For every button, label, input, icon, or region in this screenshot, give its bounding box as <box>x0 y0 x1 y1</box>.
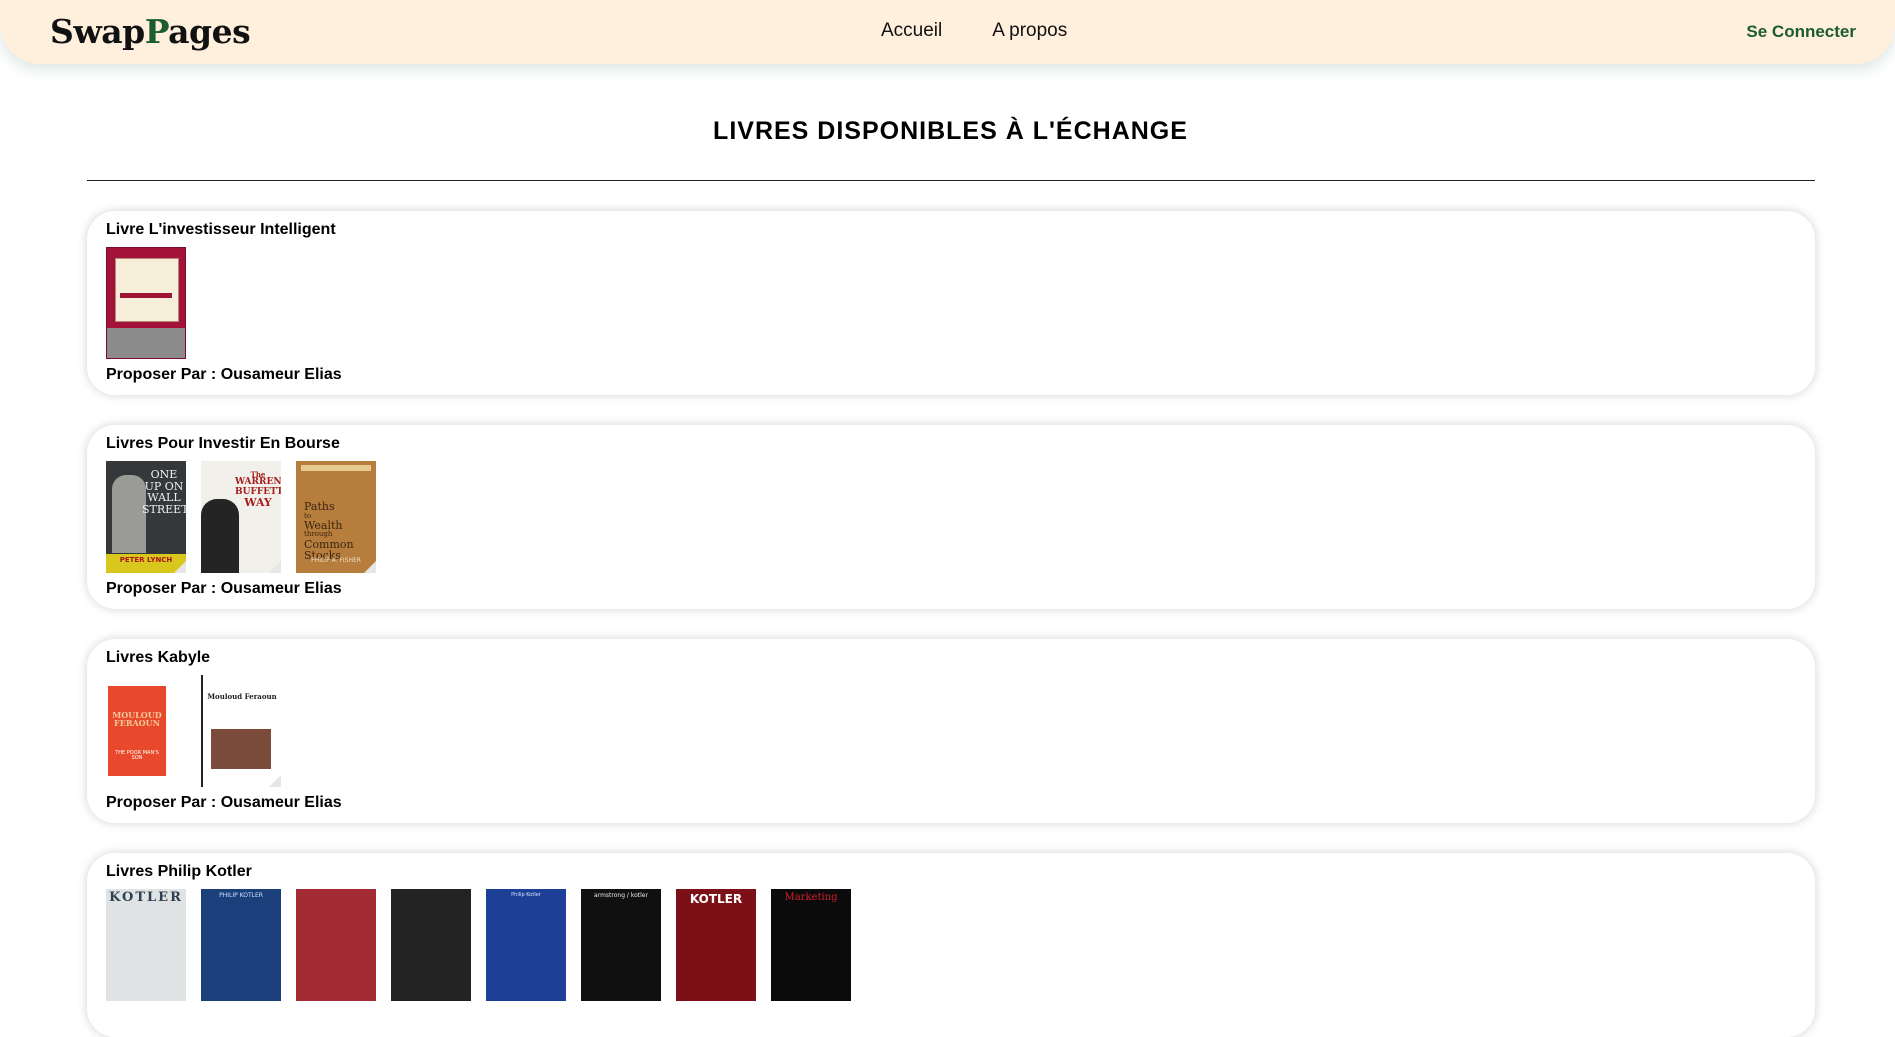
book-cover-kotler[interactable]: Philip Kotler <box>486 889 566 1001</box>
title-divider <box>87 180 1815 181</box>
cover-text: FERAOUN <box>114 718 160 729</box>
cover-text: Philip Kotler <box>511 892 541 898</box>
logo-text-accent: P <box>144 12 169 51</box>
cover-band <box>120 293 172 298</box>
cover-text: PHILIP KOTLER <box>219 892 263 899</box>
book-cover-kotler[interactable] <box>296 889 376 1001</box>
cover-text: ONE <box>150 468 178 481</box>
cover-title: THE POOR MAN'S SON <box>115 750 159 762</box>
book-cover-kotler[interactable] <box>391 889 471 1001</box>
listing-owner: Proposer Par : Ousameur Elias <box>106 580 342 597</box>
book-cover-intelligent-investor[interactable] <box>106 247 186 359</box>
book-cover-kotler[interactable]: armstrong / kotler <box>581 889 661 1001</box>
listing-images: ONE UP ON WALL STREET PETER LYNCH The WA… <box>106 461 376 573</box>
cover-text: STREET <box>142 502 186 516</box>
book-cover-kotler[interactable]: PHILIP KOTLER <box>201 889 281 1001</box>
book-cover-warren-buffett-way[interactable]: The WARREN BUFFETT WAY <box>201 461 281 573</box>
listing-owner: Proposer Par : Ousameur Elias <box>106 366 342 383</box>
book-cover-kotler[interactable]: KOTLER <box>106 889 186 1001</box>
cover-text: WAY <box>244 496 272 510</box>
site-logo[interactable]: SwapPages <box>50 12 251 51</box>
listing-images: KOTLER PHILIP KOTLER Philip Kotler armst… <box>106 889 851 1001</box>
listing-title: Livres Philip Kotler <box>106 863 252 880</box>
listing-images <box>106 247 186 359</box>
listing-card[interactable]: Livres Pour Investir En Bourse ONE UP ON… <box>87 425 1815 609</box>
logo-text-end: ages <box>168 12 251 51</box>
cover-panel <box>108 686 166 776</box>
book-cover-kotler[interactable]: Marketing <box>771 889 851 1001</box>
cover-text: KOTLER <box>109 890 183 905</box>
listing-card[interactable]: Livre L'investisseur Intelligent Propose… <box>87 211 1815 395</box>
listing-card[interactable]: Livres Philip Kotler KOTLER PHILIP KOTLE… <box>87 853 1815 1037</box>
nav-link-home[interactable]: Accueil <box>881 20 942 42</box>
cover-text: Paths <box>304 500 335 513</box>
book-cover-mouloud-feraoun[interactable]: Mouloud Feraoun <box>201 675 281 787</box>
nav-links: Accueil A propos <box>881 20 1067 42</box>
login-link[interactable]: Se Connecter <box>1746 22 1856 42</box>
book-cover-kotler[interactable]: KOTLER <box>676 889 756 1001</box>
page-curl <box>269 775 281 787</box>
book-cover-common-stocks[interactable]: Paths to Wealth through Common Stocks PH… <box>296 461 376 573</box>
page-curl <box>269 561 281 573</box>
page-curl <box>364 561 376 573</box>
logo-text-start: Swap <box>50 12 145 51</box>
page-curl <box>174 561 186 573</box>
cover-panel <box>115 258 179 322</box>
cover-text: WALL <box>147 491 181 505</box>
book-cover-one-up-on-wall-street[interactable]: ONE UP ON WALL STREET PETER LYNCH <box>106 461 186 573</box>
cover-portrait <box>201 499 239 573</box>
book-cover-poor-mans-son[interactable]: MOULOUD FERAOUN THE POOR MAN'S SON <box>106 675 186 787</box>
page-title: LIVRES DISPONIBLES À L'ÉCHANGE <box>713 117 1188 145</box>
listing-owner: Proposer Par : Ousameur Elias <box>106 794 342 811</box>
listing-card[interactable]: Livres Kabyle MOULOUD FERAOUN THE POOR M… <box>87 639 1815 823</box>
cover-text: Marketing <box>784 892 838 903</box>
cover-portrait <box>112 475 146 553</box>
listing-images: MOULOUD FERAOUN THE POOR MAN'S SON Moulo… <box>106 675 281 787</box>
top-navbar: SwapPages Accueil A propos Se Connecter <box>0 0 1895 64</box>
cover-illustration <box>211 729 271 769</box>
cover-title: Mouloud Feraoun <box>207 692 277 701</box>
nav-link-about[interactable]: A propos <box>992 20 1067 42</box>
cover-text: KOTLER <box>689 892 743 906</box>
listing-title: Livres Pour Investir En Bourse <box>106 435 340 452</box>
cover-bottom <box>107 328 185 358</box>
listing-title: Livre L'investisseur Intelligent <box>106 221 336 238</box>
cover-band <box>301 465 371 471</box>
cover-text: armstrong / kotler <box>594 892 648 899</box>
listing-title: Livres Kabyle <box>106 649 211 666</box>
